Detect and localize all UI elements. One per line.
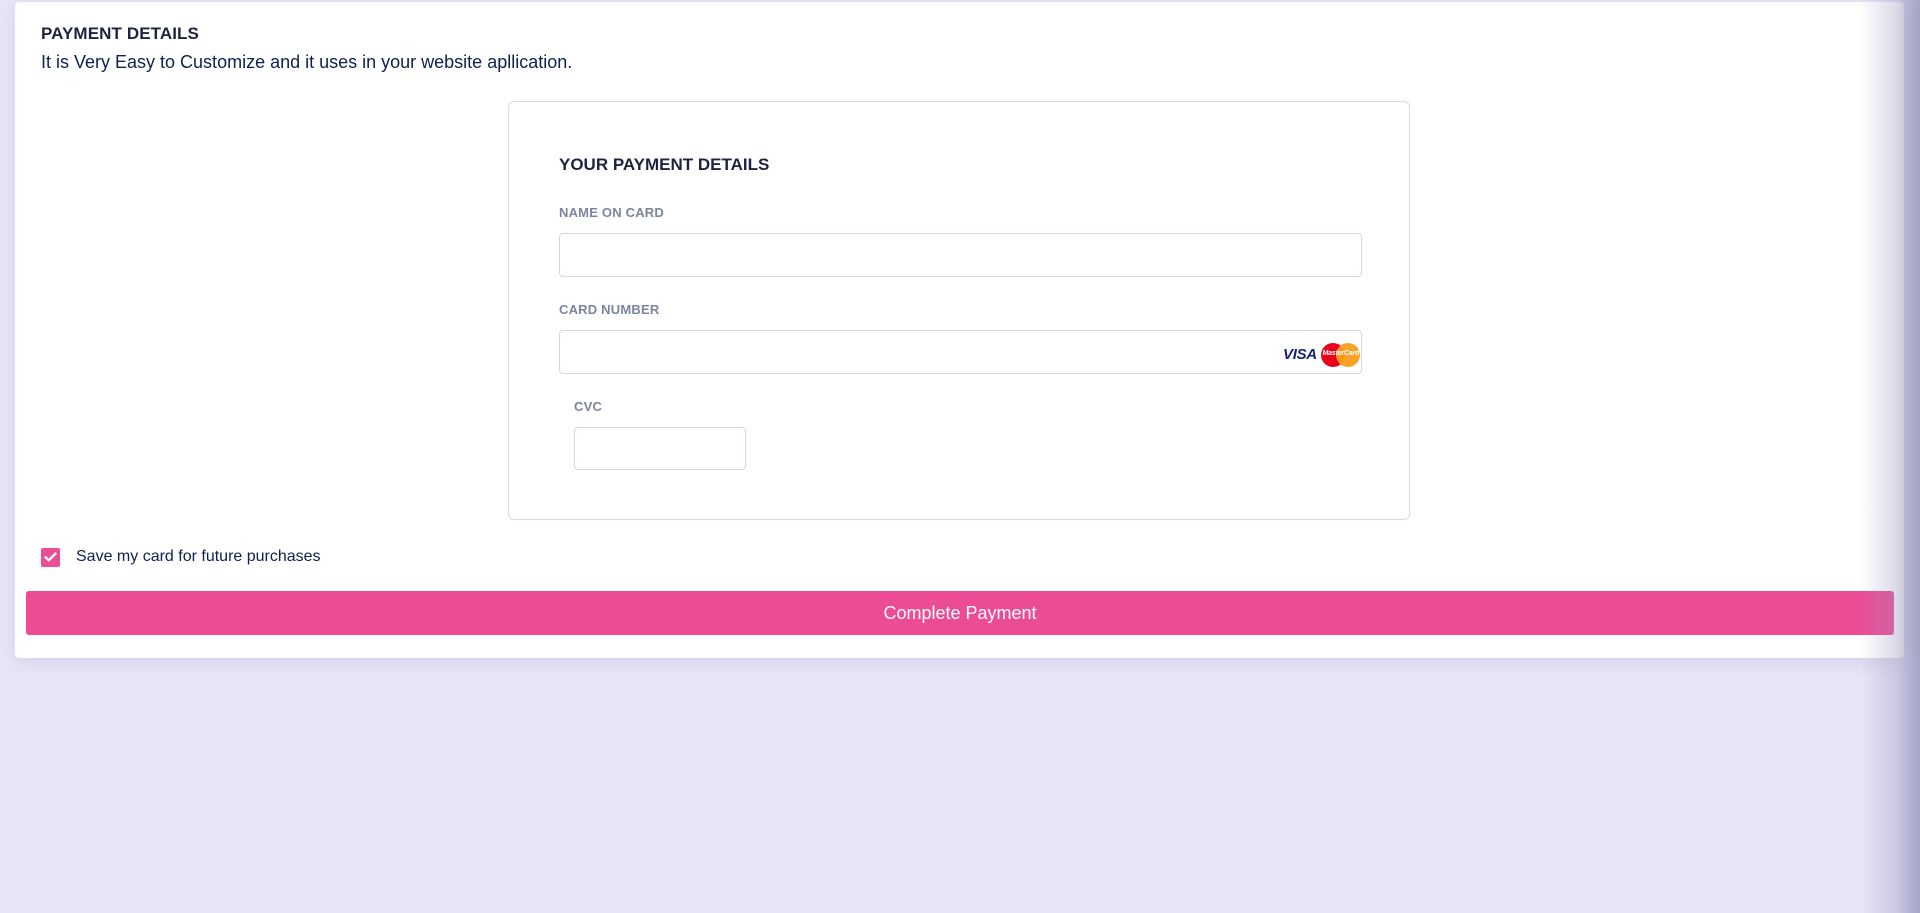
payment-card-form: YOUR PAYMENT DETAILS NAME ON CARD CARD N… [508, 101, 1410, 520]
name-on-card-input[interactable] [559, 233, 1362, 277]
card-number-label: CARD NUMBER [559, 302, 660, 317]
card-brand-logos: VISA MasterCard [1283, 343, 1361, 367]
save-card-option[interactable]: Save my card for future purchases [41, 546, 321, 568]
form-heading: YOUR PAYMENT DETAILS [559, 155, 770, 174]
checkmark-icon [44, 552, 57, 562]
mastercard-wordmark: MasterCard [1322, 350, 1360, 357]
save-card-checkbox[interactable] [41, 547, 60, 567]
page-title: PAYMENT DETAILS [41, 24, 199, 43]
card-number-input[interactable] [559, 330, 1362, 374]
save-card-label: Save my card for future purchases [76, 548, 321, 565]
page-subtitle: It is Very Easy to Customize and it uses… [41, 52, 573, 72]
visa-logo: VISA [1283, 346, 1317, 363]
name-on-card-label: NAME ON CARD [559, 205, 664, 220]
cvc-input[interactable] [574, 427, 746, 470]
complete-payment-button[interactable]: Complete Payment [26, 591, 1894, 635]
cvc-label: CVC [574, 399, 603, 414]
payment-panel: PAYMENT DETAILS It is Very Easy to Custo… [15, 2, 1904, 658]
mastercard-logo: MasterCard [1320, 343, 1361, 367]
